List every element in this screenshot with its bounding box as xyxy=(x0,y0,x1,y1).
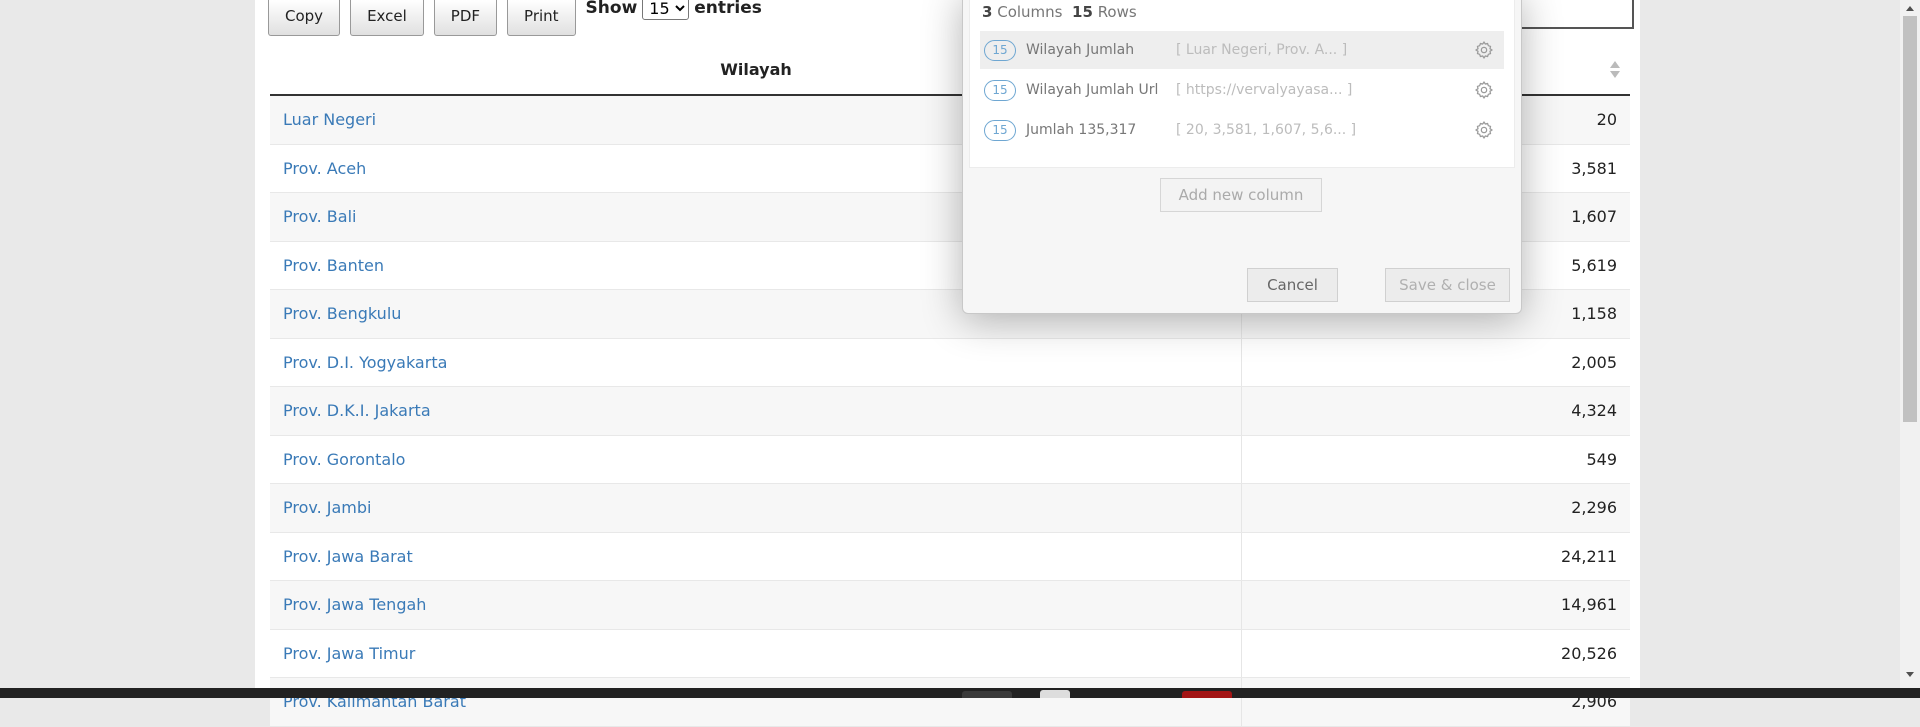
table-row: Prov. Jambi 2,296 xyxy=(270,484,1630,533)
row-count-badge: 15 xyxy=(984,119,1016,141)
column-preview: [ https://vervalyayasa... ] xyxy=(1176,82,1353,98)
wilayah-link[interactable]: Prov. Jambi xyxy=(270,484,1242,532)
column-preview: [ Luar Negeri, Prov. A... ] xyxy=(1176,42,1348,58)
wilayah-link[interactable]: Prov. Jawa Timur xyxy=(270,629,1242,677)
table-row: Prov. Gorontalo 549 xyxy=(270,435,1630,484)
column-name: Jumlah 135,317 xyxy=(1026,122,1137,138)
jumlah-cell: 14,961 xyxy=(1561,595,1617,615)
table-row: Prov. Kalimantan Barat 2,906 xyxy=(270,678,1630,727)
modal-counts: 3 Columns 15 Rows xyxy=(982,3,1137,21)
columns-label: Columns xyxy=(997,3,1063,21)
entries-select[interactable]: 15 xyxy=(642,0,690,20)
column-list-panel: 3 Columns 15 Rows 15 Wilayah Jumlah [ Luar… xyxy=(969,0,1515,168)
wilayah-link[interactable]: Prov. Gorontalo xyxy=(270,435,1242,483)
column-name: Wilayah Jumlah Url xyxy=(1026,82,1159,98)
jumlah-cell: 24,211 xyxy=(1561,546,1617,566)
wilayah-link[interactable]: Prov. D.K.I. Jakarta xyxy=(270,387,1242,435)
gear-icon[interactable] xyxy=(1474,40,1494,60)
column-list-item[interactable]: 15 Jumlah 135,317 [ 20, 3,581, 1,607, 5,6.… xyxy=(980,111,1504,149)
columns-count: 3 xyxy=(982,3,993,21)
scrollbar-thumb[interactable] xyxy=(1903,16,1917,422)
page-scrollbar[interactable] xyxy=(1900,0,1920,688)
rows-label: Rows xyxy=(1097,3,1137,21)
gear-icon[interactable] xyxy=(1474,80,1494,100)
table-row: Prov. Jawa Barat 24,211 xyxy=(270,532,1630,581)
table-row: Prov. Jawa Tengah 14,961 xyxy=(270,581,1630,630)
wilayah-link[interactable]: Prov. Jawa Barat xyxy=(270,532,1242,580)
column-name: Wilayah Jumlah xyxy=(1026,42,1135,58)
taskbar-app-icon[interactable] xyxy=(1182,691,1232,698)
taskbar-app-icon[interactable] xyxy=(1040,690,1070,698)
column-list-item[interactable]: 15 Wilayah Jumlah [ Luar Negeri, Prov. A..… xyxy=(980,31,1504,69)
wilayah-link[interactable]: Prov. D.I. Yogyakarta xyxy=(270,338,1242,386)
cancel-button[interactable]: Cancel xyxy=(1247,268,1338,302)
scroll-up-icon[interactable] xyxy=(1906,6,1914,11)
copy-button[interactable]: Copy xyxy=(268,0,341,36)
row-count-badge: 15 xyxy=(984,39,1016,61)
taskbar-app-icon[interactable] xyxy=(962,691,1012,698)
table-row: Prov. D.K.I. Jakarta 4,324 xyxy=(270,387,1630,436)
column-list-item[interactable]: 15 Wilayah Jumlah Url [ https://vervalyaya… xyxy=(980,71,1504,109)
jumlah-cell: 20,526 xyxy=(1561,643,1617,663)
entries-label: entries xyxy=(694,0,762,18)
column-editor-modal: 3 Columns 15 Rows 15 Wilayah Jumlah [ Luar… xyxy=(962,0,1522,314)
table-row: Prov. Jawa Timur 20,526 xyxy=(270,629,1630,678)
rows-count: 15 xyxy=(1072,3,1093,21)
row-count-badge: 15 xyxy=(984,79,1016,101)
jumlah-cell: 2,906 xyxy=(1571,692,1617,712)
show-entries: Show 15 entries xyxy=(586,0,762,20)
save-close-button[interactable]: Save & close xyxy=(1385,268,1510,302)
datatable-toolbar: Copy Excel PDF Print Show 15 entries xyxy=(268,0,762,36)
column-preview: [ 20, 3,581, 1,607, 5,6... ] xyxy=(1176,122,1357,138)
scroll-down-icon[interactable] xyxy=(1906,672,1914,677)
sort-icon[interactable] xyxy=(1610,61,1620,79)
jumlah-cell: 2,005 xyxy=(1571,352,1617,372)
gear-icon[interactable] xyxy=(1474,120,1494,140)
add-new-column-button[interactable]: Add new column xyxy=(1160,178,1322,212)
show-label: Show xyxy=(585,0,638,18)
wilayah-link[interactable]: Prov. Kalimantan Barat xyxy=(270,678,1242,726)
table-row: Prov. D.I. Yogyakarta 2,005 xyxy=(270,338,1630,387)
jumlah-cell: 549 xyxy=(1586,449,1617,469)
print-button[interactable]: Print xyxy=(507,0,576,36)
pdf-button[interactable]: PDF xyxy=(433,0,498,36)
wilayah-link[interactable]: Prov. Jawa Tengah xyxy=(270,581,1242,629)
excel-button[interactable]: Excel xyxy=(350,0,424,36)
jumlah-cell: 2,296 xyxy=(1571,498,1617,518)
jumlah-cell: 4,324 xyxy=(1571,401,1617,421)
taskbar xyxy=(0,688,1920,698)
